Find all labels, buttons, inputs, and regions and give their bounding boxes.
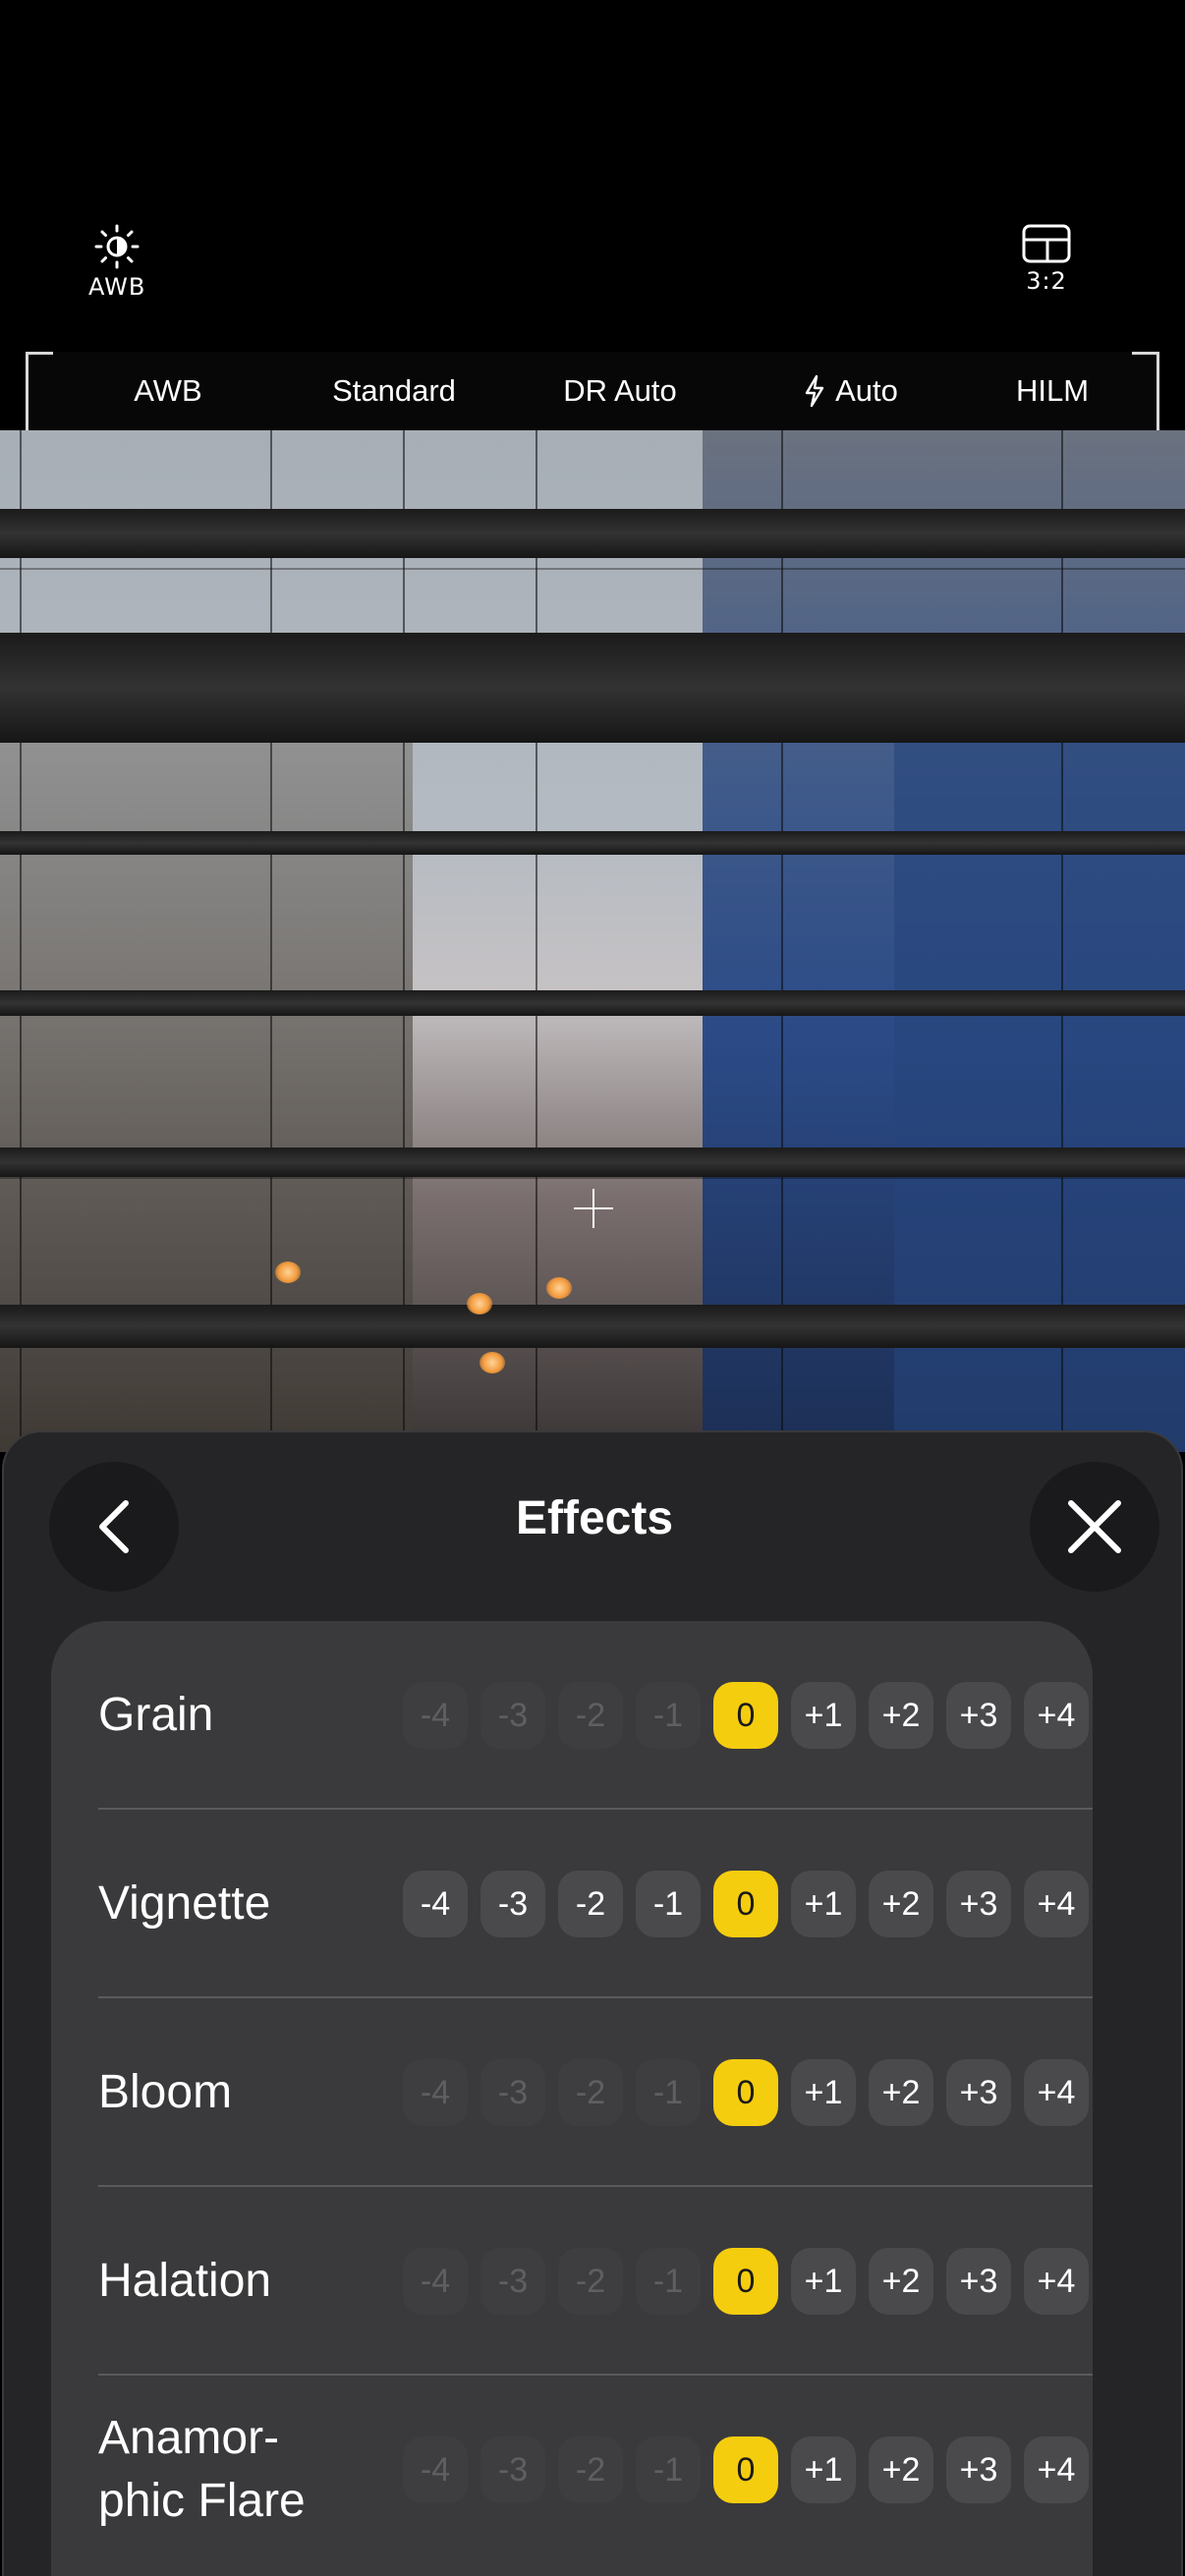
dynamic-range-setting[interactable]: DR Auto xyxy=(517,369,723,413)
effect-value-button[interactable]: -1 xyxy=(636,1871,701,1937)
effect-value-button[interactable]: 0 xyxy=(713,1871,778,1937)
effect-value-button[interactable]: +4 xyxy=(1024,1682,1089,1749)
effect-value-button[interactable]: -2 xyxy=(558,2059,623,2126)
effect-value-button[interactable]: -2 xyxy=(558,1682,623,1749)
strip-corner-right xyxy=(1132,352,1159,430)
effect-value-button[interactable]: -1 xyxy=(636,1682,701,1749)
effect-value-button[interactable]: -3 xyxy=(480,1682,545,1749)
effect-value-button[interactable]: 0 xyxy=(713,1682,778,1749)
effects-card: Grain -4 -3 -2 -1 0 +1 +2 +3 +4 Vignette -4 -3 -2 -1 0 +… xyxy=(51,1621,1093,2576)
aspect-ratio-icon xyxy=(1022,224,1071,263)
camera-viewfinder[interactable] xyxy=(0,430,1185,1452)
exposure-awb-button[interactable]: AWB xyxy=(88,224,145,301)
effect-value-button[interactable]: +4 xyxy=(1024,2059,1089,2126)
effect-value-button[interactable]: 0 xyxy=(713,2436,778,2503)
effect-value-button[interactable]: +3 xyxy=(946,2436,1011,2503)
aspect-ratio-button[interactable]: 3:2 xyxy=(1022,224,1071,295)
settings-strip: AWB Standard DR Auto Auto HILM xyxy=(26,352,1159,430)
effect-name: Bloom xyxy=(98,2066,233,2118)
effect-row-vignette: Vignette -4 -3 -2 -1 0 +1 +2 +3 +4 xyxy=(98,1810,1093,1998)
effect-value-button[interactable]: -2 xyxy=(558,1871,623,1937)
effect-value-button[interactable]: +2 xyxy=(869,2059,933,2126)
effect-value-button[interactable]: +2 xyxy=(869,1682,933,1749)
effect-value-button[interactable]: -4 xyxy=(403,2059,468,2126)
brightness-icon xyxy=(94,224,140,269)
effect-value-button[interactable]: -1 xyxy=(636,2436,701,2503)
effect-stepper: -4 -3 -2 -1 0 +1 +2 +3 +4 xyxy=(403,1871,1089,1937)
effect-value-button[interactable]: +1 xyxy=(791,2436,856,2503)
effect-value-button[interactable]: +1 xyxy=(791,2248,856,2315)
flash-setting[interactable]: Auto xyxy=(753,369,949,413)
effect-value-button[interactable]: -2 xyxy=(558,2248,623,2315)
effect-value-button[interactable]: -3 xyxy=(480,2059,545,2126)
top-bar: AWB 3:2 xyxy=(0,0,1185,354)
close-button[interactable] xyxy=(1030,1462,1159,1592)
ratio-label: 3:2 xyxy=(1026,267,1067,295)
effect-value-button[interactable]: -3 xyxy=(480,1871,545,1937)
film-simulation-setting[interactable]: HILM xyxy=(969,369,1136,413)
flash-label: Auto xyxy=(835,373,898,408)
effect-value-button[interactable]: -3 xyxy=(480,2248,545,2315)
effect-stepper: -4 -3 -2 -1 0 +1 +2 +3 +4 xyxy=(403,1682,1089,1749)
effect-value-button[interactable]: +1 xyxy=(791,1871,856,1937)
effect-value-button[interactable]: +3 xyxy=(946,2248,1011,2315)
effect-value-button[interactable]: +4 xyxy=(1024,2248,1089,2315)
effect-stepper: -4 -3 -2 -1 0 +1 +2 +3 +4 xyxy=(403,2059,1089,2126)
awb-label: AWB xyxy=(88,273,146,301)
effect-value-button[interactable]: +2 xyxy=(869,2436,933,2503)
effect-name: Anamor- phic Flare xyxy=(98,2412,306,2527)
effect-value-button[interactable]: +4 xyxy=(1024,1871,1089,1937)
effect-value-button[interactable]: +4 xyxy=(1024,2436,1089,2503)
close-icon xyxy=(1068,1500,1121,1553)
effect-value-button[interactable]: -2 xyxy=(558,2436,623,2503)
effect-value-button[interactable]: -4 xyxy=(403,1682,468,1749)
effects-panel: Effects Grain -4 -3 -2 -1 0 +1 +2 +3 +4 Vignette -4… xyxy=(2,1430,1183,2576)
effect-name: Grain xyxy=(98,1689,214,1741)
effect-value-button[interactable]: -4 xyxy=(403,2248,468,2315)
strip-corner-left xyxy=(26,352,53,430)
effect-value-button[interactable]: -3 xyxy=(480,2436,545,2503)
focus-crosshair xyxy=(574,1189,613,1228)
effect-value-button[interactable]: +2 xyxy=(869,2248,933,2315)
effect-value-button[interactable]: -4 xyxy=(403,1871,468,1937)
effect-stepper: -4 -3 -2 -1 0 +1 +2 +3 +4 xyxy=(403,2248,1089,2315)
effect-value-button[interactable]: +2 xyxy=(869,1871,933,1937)
effect-value-button[interactable]: +3 xyxy=(946,2059,1011,2126)
effect-value-button[interactable]: -4 xyxy=(403,2436,468,2503)
film-style-setting[interactable]: Standard xyxy=(281,369,507,413)
effect-value-button[interactable]: +3 xyxy=(946,1682,1011,1749)
effect-value-button[interactable]: -1 xyxy=(636,2248,701,2315)
effect-value-button[interactable]: +1 xyxy=(791,2059,856,2126)
effect-value-button[interactable]: +3 xyxy=(946,1871,1011,1937)
panel-title: Effects xyxy=(515,1492,674,1544)
flash-icon xyxy=(805,374,824,408)
effect-row-grain: Grain -4 -3 -2 -1 0 +1 +2 +3 +4 xyxy=(98,1621,1093,1810)
effect-row-bloom: Bloom -4 -3 -2 -1 0 +1 +2 +3 +4 xyxy=(98,1998,1093,2187)
effect-value-button[interactable]: 0 xyxy=(713,2248,778,2315)
effect-name: Halation xyxy=(98,2255,272,2307)
white-balance-setting[interactable]: AWB xyxy=(85,369,252,413)
effect-row-anamorphicflare: Anamor- phic Flare -4 -3 -2 -1 0 +1 +2 +3 +4 xyxy=(98,2376,1093,2564)
effect-value-button[interactable]: 0 xyxy=(713,2059,778,2126)
effect-name: Vignette xyxy=(98,1877,271,1930)
effect-row-halation: Halation -4 -3 -2 -1 0 +1 +2 +3 +4 xyxy=(98,2187,1093,2376)
effect-value-button[interactable]: +1 xyxy=(791,1682,856,1749)
effect-stepper: -4 -3 -2 -1 0 +1 +2 +3 +4 xyxy=(403,2436,1089,2503)
effect-value-button[interactable]: -1 xyxy=(636,2059,701,2126)
